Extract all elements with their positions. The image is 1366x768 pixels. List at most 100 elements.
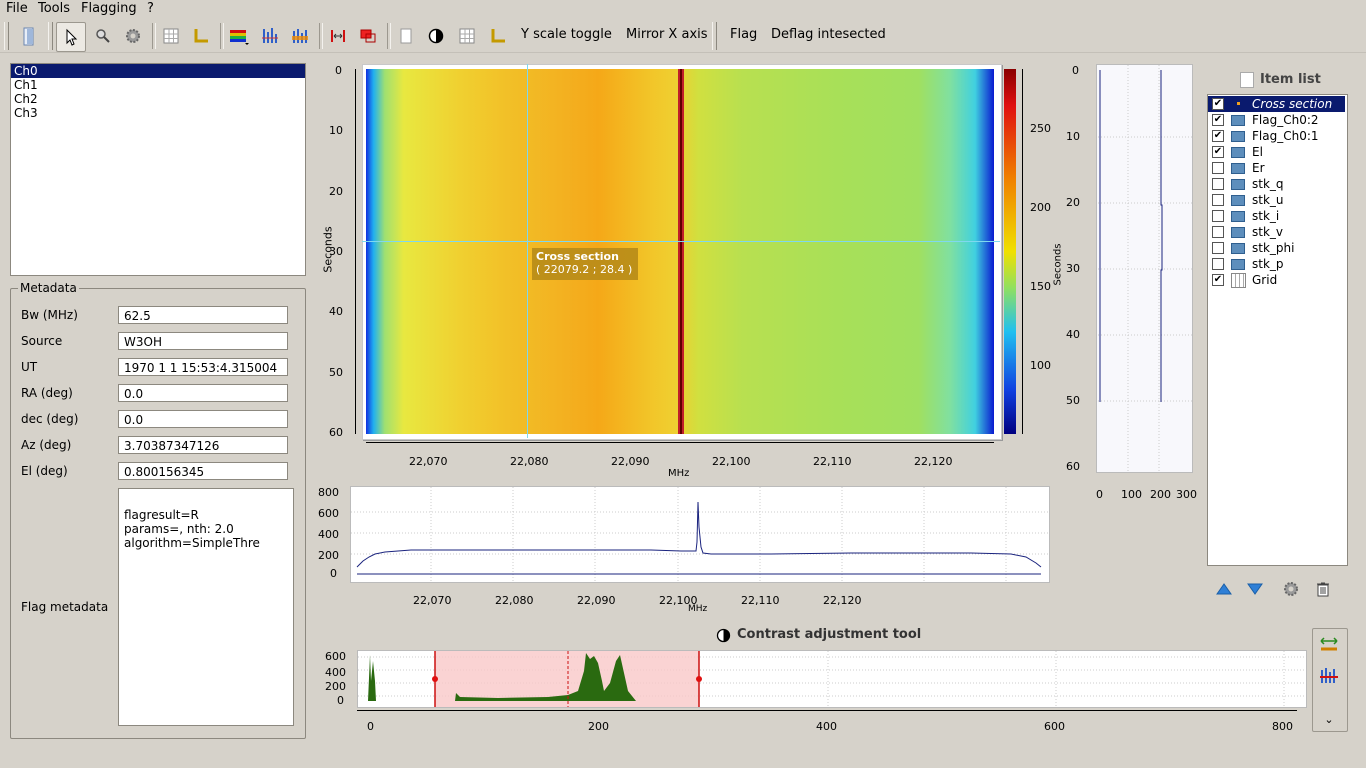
menu-tools[interactable]: Tools bbox=[38, 1, 70, 16]
flag-metadata-text[interactable]: flagresult=R params=, nth: 2.0 algorithm… bbox=[118, 488, 294, 726]
settings-icon[interactable] bbox=[1282, 580, 1300, 598]
colormap-icon[interactable] bbox=[227, 24, 251, 48]
histogram-icon[interactable] bbox=[258, 24, 282, 48]
checkbox[interactable]: ✔ bbox=[1212, 114, 1224, 126]
checkbox[interactable]: ✔ bbox=[1212, 146, 1224, 158]
waterfall-image[interactable] bbox=[366, 69, 994, 434]
grid-toggle-icon[interactable] bbox=[455, 24, 479, 48]
menu-help[interactable]: ? bbox=[147, 1, 154, 16]
pointer-icon[interactable] bbox=[56, 22, 86, 52]
flag-metadata-line: params=, nth: 2.0 bbox=[124, 522, 234, 536]
side-plot-y-tick: 60 bbox=[1066, 460, 1080, 473]
item-row-flag-ch0-2[interactable]: ✔ Flag_Ch0:2 bbox=[1208, 112, 1336, 128]
file-icon[interactable] bbox=[17, 24, 41, 48]
source-field[interactable]: W3OH bbox=[118, 332, 288, 350]
zoom-icon[interactable] bbox=[91, 24, 115, 48]
contrast-histogram[interactable] bbox=[357, 650, 1307, 708]
item-row-stk-p[interactable]: stk_p bbox=[1208, 256, 1336, 272]
dec-field[interactable]: 0.0 bbox=[118, 410, 288, 428]
az-field[interactable]: 3.70387347126 bbox=[118, 436, 288, 454]
ut-field[interactable]: 1970 1 1 15:53:4.315004 bbox=[118, 358, 288, 376]
toolbar-grip[interactable] bbox=[712, 22, 717, 50]
checkbox[interactable] bbox=[1212, 226, 1224, 238]
bw-field[interactable]: 62.5 bbox=[118, 306, 288, 324]
item-row-cross-section[interactable]: ✔ Cross section bbox=[1208, 96, 1345, 112]
item-row-stk-v[interactable]: stk_v bbox=[1208, 224, 1336, 240]
channel-item[interactable]: Ch0 bbox=[11, 64, 305, 78]
contrast-x-tick: 800 bbox=[1272, 720, 1293, 733]
menu-flagging[interactable]: Flagging bbox=[81, 1, 137, 16]
waterfall-y-tick: 50 bbox=[329, 366, 343, 379]
y-scale-toggle-button[interactable]: Y scale toggle bbox=[521, 27, 612, 42]
delete-icon[interactable] bbox=[1314, 580, 1332, 598]
item-row-stk-phi[interactable]: stk_phi bbox=[1208, 240, 1336, 256]
axis-icon[interactable] bbox=[189, 24, 213, 48]
histogram-icon[interactable] bbox=[1319, 666, 1339, 684]
move-down-icon[interactable] bbox=[1246, 580, 1264, 598]
spectrum-frame[interactable] bbox=[350, 486, 1050, 583]
channel-item[interactable]: Ch1 bbox=[11, 78, 305, 92]
checkbox[interactable] bbox=[1212, 162, 1224, 174]
axis-toggle-icon[interactable] bbox=[486, 24, 510, 48]
item-row-stk-q[interactable]: stk_q bbox=[1208, 176, 1336, 192]
chevron-down-icon[interactable]: ⌄ bbox=[1322, 714, 1336, 726]
settings-icon[interactable] bbox=[121, 24, 145, 48]
item-row-el[interactable]: ✔ El bbox=[1208, 144, 1336, 160]
checkbox[interactable] bbox=[1212, 258, 1224, 270]
flag-range-icon[interactable] bbox=[326, 24, 350, 48]
deflag-button[interactable]: Deflag intesected bbox=[771, 27, 886, 42]
ut-label: UT bbox=[21, 360, 38, 374]
waterfall-x-tick: 22,100 bbox=[712, 455, 751, 468]
checkbox[interactable] bbox=[1212, 178, 1224, 190]
checkbox[interactable]: ✔ bbox=[1212, 274, 1224, 286]
toolbar: Y scale toggle Mirror X axis Flag Deflag… bbox=[0, 18, 1366, 53]
select-box-icon[interactable] bbox=[394, 24, 418, 48]
side-plot-x-tick: 300 bbox=[1176, 488, 1197, 501]
cross-section-coords: ( 22079.2 ; 28.4 ) bbox=[536, 263, 633, 276]
auto-range-icon[interactable] bbox=[1319, 636, 1339, 654]
contrast-icon[interactable] bbox=[424, 24, 448, 48]
item-row-stk-u[interactable]: stk_u bbox=[1208, 192, 1336, 208]
curve-icon bbox=[1231, 147, 1245, 158]
waterfall-x-tick: 22,090 bbox=[611, 455, 650, 468]
curve-icon bbox=[1231, 115, 1245, 126]
histogram-icon[interactable] bbox=[288, 24, 312, 48]
contrast-x-tick: 200 bbox=[588, 720, 609, 733]
contrast-icon bbox=[716, 628, 731, 643]
grid-icon[interactable] bbox=[159, 24, 183, 48]
side-plot-y-tick: 0 bbox=[1072, 64, 1079, 77]
item-row-er[interactable]: Er bbox=[1208, 160, 1336, 176]
waterfall-y-tick: 20 bbox=[329, 185, 343, 198]
checkbox[interactable]: ✔ bbox=[1212, 130, 1224, 142]
item-label: stk_p bbox=[1252, 257, 1284, 271]
item-row-stk-i[interactable]: stk_i bbox=[1208, 208, 1336, 224]
ra-field[interactable]: 0.0 bbox=[118, 384, 288, 402]
toolbar-grip[interactable] bbox=[48, 22, 53, 50]
checkbox[interactable] bbox=[1212, 242, 1224, 254]
checkbox[interactable] bbox=[1212, 194, 1224, 206]
spectrum-y-tick: 200 bbox=[318, 549, 339, 562]
channel-item[interactable]: Ch3 bbox=[11, 106, 305, 120]
el-field[interactable]: 0.800156345 bbox=[118, 462, 288, 480]
item-row-grid[interactable]: ✔ Grid bbox=[1208, 272, 1336, 288]
toolbar-grip[interactable] bbox=[4, 22, 9, 50]
item-row-flag-ch0-1[interactable]: ✔ Flag_Ch0:1 bbox=[1208, 128, 1336, 144]
crop-icon[interactable] bbox=[356, 24, 380, 48]
cross-section-tooltip: Cross section ( 22079.2 ; 28.4 ) bbox=[532, 248, 638, 280]
colorbar-tick: 150 bbox=[1030, 280, 1051, 293]
curve-icon bbox=[1231, 131, 1245, 142]
item-list[interactable]: ✔ Cross section ✔ Flag_Ch0:2 ✔ Flag_Ch0:… bbox=[1207, 94, 1348, 566]
menu-file[interactable]: File bbox=[6, 1, 28, 16]
curve-icon bbox=[1231, 211, 1245, 222]
mirror-x-axis-button[interactable]: Mirror X axis bbox=[626, 27, 708, 42]
flag-button[interactable]: Flag bbox=[730, 27, 757, 42]
checkbox[interactable]: ✔ bbox=[1212, 98, 1224, 110]
waterfall-x-tick: 22,070 bbox=[409, 455, 448, 468]
checkbox[interactable] bbox=[1212, 210, 1224, 222]
cross-section-hline[interactable] bbox=[362, 241, 1000, 242]
cross-section-vline[interactable] bbox=[527, 64, 528, 438]
channel-list[interactable]: Ch0 Ch1 Ch2 Ch3 bbox=[10, 63, 306, 276]
channel-item[interactable]: Ch2 bbox=[11, 92, 305, 106]
curve-icon bbox=[1231, 195, 1245, 206]
move-up-icon[interactable] bbox=[1215, 580, 1233, 598]
